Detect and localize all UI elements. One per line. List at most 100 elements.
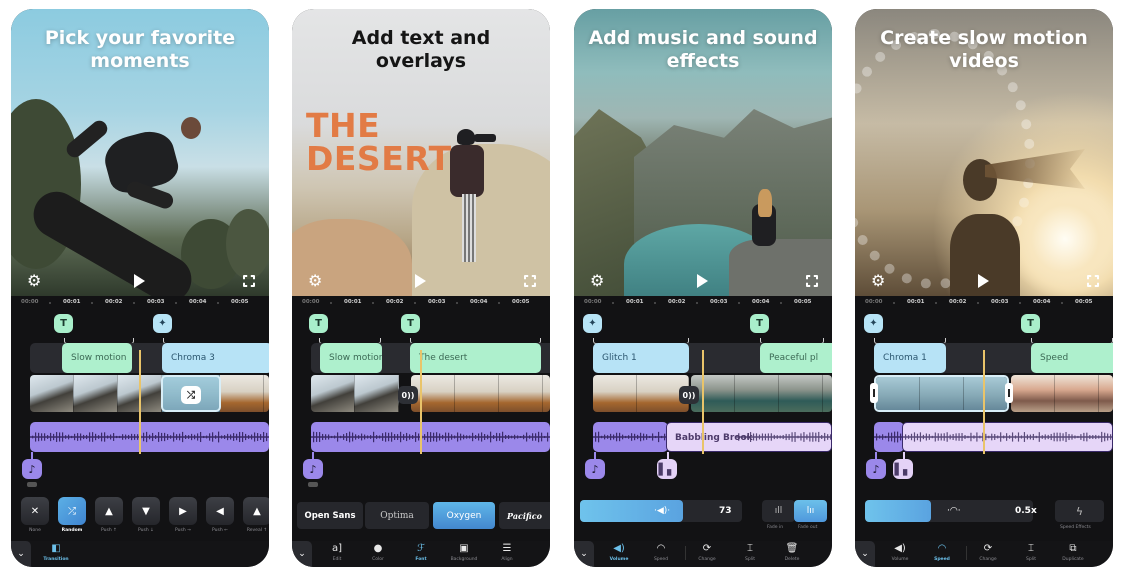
time-ruler[interactable]: 00:00 00:01 00:02 00:03 00:04 00:05 bbox=[292, 296, 550, 310]
transition-button[interactable]: 0)) bbox=[398, 386, 418, 404]
tool-transition[interactable]: ◧ Transition bbox=[39, 543, 73, 562]
tool-split[interactable]: ⌶ Split bbox=[733, 543, 767, 562]
text-icon[interactable]: T bbox=[401, 314, 420, 333]
fullscreen-icon[interactable] bbox=[524, 275, 536, 287]
tool-speed[interactable]: ◠ Speed bbox=[644, 543, 678, 562]
video-track[interactable] bbox=[1011, 375, 1113, 412]
playhead[interactable] bbox=[983, 350, 985, 454]
music-track[interactable] bbox=[311, 422, 550, 452]
selected-video-clip[interactable] bbox=[874, 375, 1009, 412]
effect-wand-icon[interactable]: ✦ bbox=[864, 314, 883, 333]
tool-change[interactable]: ⟳ Change bbox=[690, 543, 724, 562]
tool-delete[interactable]: 🗑 Delete bbox=[775, 543, 809, 562]
chevron-down-icon[interactable]: ⌄ bbox=[11, 541, 31, 567]
settings-gear-icon[interactable]: ⚙ bbox=[27, 273, 43, 289]
chevron-down-icon[interactable]: ⌄ bbox=[292, 541, 312, 567]
play-icon[interactable] bbox=[697, 274, 708, 288]
overlay-title[interactable]: THE DESERT bbox=[306, 109, 452, 175]
speed-effects-button[interactable]: ϟ bbox=[1055, 500, 1104, 522]
mute-toggle-icon[interactable] bbox=[27, 482, 37, 487]
trim-handle-right[interactable] bbox=[1005, 383, 1013, 403]
sound-effect-icon[interactable]: ▌▖ bbox=[657, 459, 677, 479]
video-track[interactable] bbox=[30, 375, 269, 412]
tool-color[interactable]: ● Color bbox=[361, 543, 395, 562]
chevron-down-icon[interactable]: ⌄ bbox=[574, 541, 594, 567]
shuffle-transition-icon[interactable]: ⤮ bbox=[181, 386, 201, 404]
transition-push-down[interactable]: ▼ Push ↓ bbox=[132, 497, 160, 533]
text-clip[interactable]: Speed bbox=[1031, 343, 1113, 373]
text-icon[interactable]: T bbox=[1021, 314, 1040, 333]
sound-effect-track[interactable]: Babbling Brook bbox=[666, 422, 832, 452]
time-ruler[interactable]: 00:00 00:01 00:02 00:03 00:04 00:05 bbox=[574, 296, 832, 310]
fullscreen-icon[interactable] bbox=[806, 275, 818, 287]
chevron-down-icon[interactable]: ⌄ bbox=[855, 541, 875, 567]
effect-wand-icon[interactable]: ✦ bbox=[583, 314, 602, 333]
video-track[interactable] bbox=[691, 375, 832, 412]
text-icon[interactable]: T bbox=[309, 314, 328, 333]
tool-background[interactable]: ▣ Background bbox=[447, 543, 481, 562]
tool-edit[interactable]: a] Edit bbox=[320, 543, 354, 562]
text-clip[interactable]: Slow motion bbox=[320, 343, 382, 373]
mute-toggle-icon[interactable] bbox=[308, 482, 318, 487]
play-icon[interactable] bbox=[978, 274, 989, 288]
fullscreen-icon[interactable] bbox=[243, 275, 255, 287]
music-note-icon[interactable]: ♪ bbox=[866, 459, 886, 479]
effect-clip[interactable]: Chroma 1 bbox=[874, 343, 946, 373]
font-option-open-sans[interactable]: Open Sans bbox=[297, 502, 363, 529]
transition-reveal-up[interactable]: ▲ Reveal ↑ bbox=[243, 497, 269, 533]
fullscreen-icon[interactable] bbox=[1087, 275, 1099, 287]
playhead[interactable] bbox=[139, 350, 141, 454]
fade-in-button[interactable]: ıll bbox=[762, 500, 795, 522]
transition-button[interactable]: 0)) bbox=[679, 386, 699, 404]
video-preview[interactable]: Add music and sound effects bbox=[574, 9, 832, 296]
tool-font[interactable]: ℱ Font bbox=[404, 543, 438, 562]
transition-push-left[interactable]: ◀ Push ← bbox=[206, 497, 234, 533]
text-clip[interactable]: Slow motion bbox=[62, 343, 132, 373]
transition-none[interactable]: ✕ None bbox=[21, 497, 49, 533]
tool-split[interactable]: ⌶ Split bbox=[1014, 543, 1048, 562]
transition-push-up[interactable]: ▲ Push ↑ bbox=[95, 497, 123, 533]
playhead[interactable] bbox=[420, 350, 422, 454]
tool-volume[interactable]: ◀) Volume bbox=[602, 543, 636, 562]
text-clip[interactable]: Peaceful pl bbox=[760, 343, 832, 373]
text-icon[interactable]: T bbox=[54, 314, 73, 333]
transition-push-right[interactable]: ▶ Push → bbox=[169, 497, 197, 533]
transition-random[interactable]: ⤮ Random bbox=[58, 497, 86, 533]
tool-duplicate[interactable]: ⧉ Duplicate bbox=[1056, 543, 1090, 562]
time-ruler[interactable]: 00:00 00:01 00:02 00:03 00:04 00:05 bbox=[855, 296, 1113, 310]
time-ruler[interactable]: 00:00 00:01 00:02 00:03 00:04 00:05 bbox=[11, 296, 269, 310]
fade-out-button[interactable]: lıı bbox=[794, 500, 827, 522]
video-track[interactable] bbox=[593, 375, 689, 412]
video-track[interactable] bbox=[311, 375, 411, 412]
video-preview[interactable]: THE DESERT Add text and overlays bbox=[292, 9, 550, 296]
trim-handle-left[interactable] bbox=[870, 383, 878, 403]
video-track[interactable] bbox=[411, 375, 550, 412]
effect-clip[interactable]: Glitch 1 bbox=[593, 343, 689, 373]
tool-speed[interactable]: ◠ Speed bbox=[925, 543, 959, 562]
music-track[interactable] bbox=[30, 422, 269, 452]
music-note-icon[interactable]: ♪ bbox=[303, 459, 323, 479]
music-track[interactable] bbox=[874, 422, 904, 452]
sound-effect-icon[interactable]: ▌▖ bbox=[893, 459, 913, 479]
music-note-icon[interactable]: ♪ bbox=[585, 459, 605, 479]
tool-change[interactable]: ⟳ Change bbox=[971, 543, 1005, 562]
effect-clip[interactable]: Chroma 3 bbox=[162, 343, 269, 373]
video-preview[interactable]: Pick your favorite moments bbox=[11, 9, 269, 296]
font-option-pacifico[interactable]: Pacifico bbox=[499, 502, 550, 529]
text-clip[interactable]: The desert bbox=[410, 343, 541, 373]
tool-volume[interactable]: ◀) Volume bbox=[883, 543, 917, 562]
play-icon[interactable] bbox=[134, 274, 145, 288]
settings-gear-icon[interactable]: ⚙ bbox=[308, 273, 324, 289]
effect-wand-icon[interactable]: ✦ bbox=[153, 314, 172, 333]
video-preview[interactable]: Create slow motion videos bbox=[855, 9, 1113, 296]
play-icon[interactable] bbox=[415, 274, 426, 288]
music-track[interactable] bbox=[593, 422, 668, 452]
sound-effect-track[interactable] bbox=[902, 422, 1113, 452]
music-note-icon[interactable]: ♪ bbox=[22, 459, 42, 479]
font-option-optima[interactable]: Optima bbox=[365, 502, 429, 529]
playhead[interactable] bbox=[702, 350, 704, 454]
tool-align[interactable]: ☰ Align bbox=[490, 543, 524, 562]
settings-gear-icon[interactable]: ⚙ bbox=[590, 273, 606, 289]
text-icon[interactable]: T bbox=[750, 314, 769, 333]
font-option-oxygen[interactable]: Oxygen bbox=[433, 502, 495, 529]
